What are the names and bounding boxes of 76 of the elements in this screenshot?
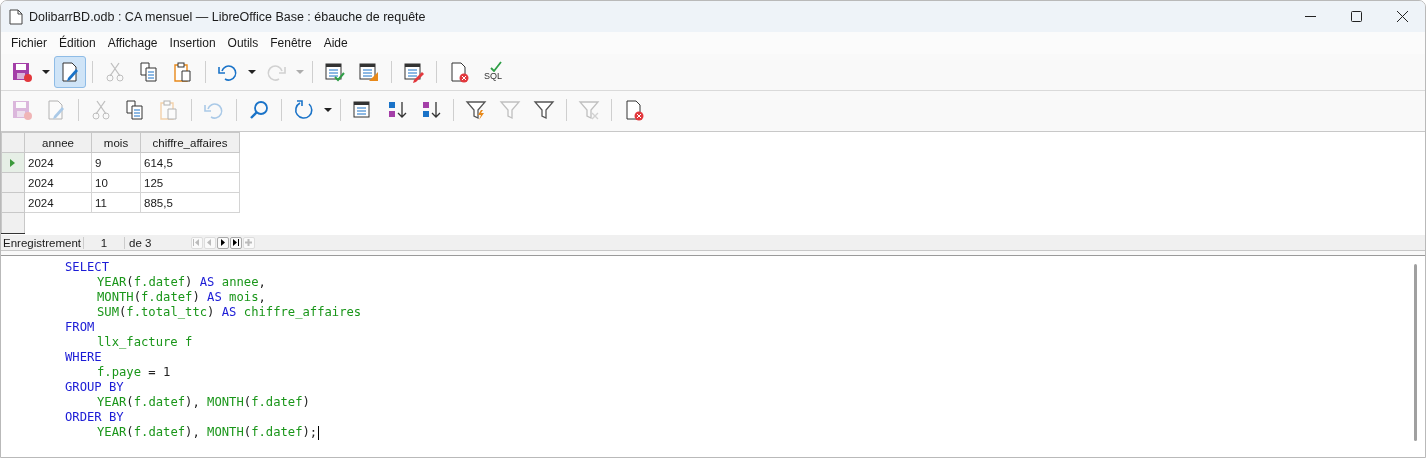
- funnel-cross-icon: [578, 99, 600, 121]
- column-header[interactable]: chiffre_affaires: [140, 132, 240, 153]
- floppy-disk-icon: [11, 61, 33, 83]
- code-line: MONTH(f.datef) AS mois,: [96, 290, 267, 305]
- scrollbar[interactable]: [1414, 264, 1417, 441]
- next-record-button[interactable]: [217, 236, 229, 249]
- plus-icon: [245, 239, 253, 246]
- scissors-icon: [90, 99, 112, 121]
- clipboard-icon: [172, 61, 194, 83]
- table-cell: 2024: [24, 192, 92, 213]
- copy-icon: [138, 61, 160, 83]
- table-cell: 11: [91, 192, 141, 213]
- maximize-icon: [1350, 11, 1362, 22]
- record-count: de 3: [128, 236, 153, 249]
- record-number-field[interactable]: 1: [84, 236, 125, 249]
- table-cell: 2024: [24, 152, 92, 173]
- last-record-button[interactable]: [230, 236, 242, 249]
- menu-item[interactable]: Outils: [221, 36, 265, 50]
- sql-button[interactable]: SQL: [477, 56, 509, 88]
- menu-item[interactable]: Fenêtre: [264, 36, 318, 50]
- skip-icon: [193, 239, 201, 246]
- column-header[interactable]: mois: [91, 132, 141, 153]
- document-pencil-icon: [59, 61, 81, 83]
- code-line: FROM: [65, 320, 96, 335]
- code-line: SELECT: [65, 260, 111, 275]
- code-line: YEAR(f.datef) AS annee,: [96, 275, 267, 290]
- caret-icon: [296, 70, 304, 74]
- caret-icon: [324, 108, 332, 112]
- table-cell: 9: [91, 152, 141, 173]
- menu-item[interactable]: Aide: [317, 36, 354, 50]
- document-pencil-icon: [45, 99, 67, 121]
- record-label: Enregistrement: [1, 236, 84, 249]
- edit-button[interactable]: [54, 56, 86, 88]
- funnel-icon: [499, 99, 521, 121]
- code-line: YEAR(f.datef), MONTH(f.datef): [96, 395, 311, 410]
- menu-item[interactable]: Affichage: [101, 36, 164, 50]
- scissors-icon: [104, 61, 126, 83]
- menu-item[interactable]: Insertion: [163, 36, 222, 50]
- menu-item[interactable]: Édition: [53, 36, 102, 50]
- funnel-lightning-icon: [465, 99, 487, 121]
- table-triangle-icon: [358, 61, 380, 83]
- floppy-disk-icon: [11, 99, 33, 121]
- table-cell: 885,5: [140, 192, 240, 213]
- table-check-icon: [324, 61, 346, 83]
- code-line: WHERE: [65, 350, 103, 365]
- clipboard-icon: [158, 99, 180, 121]
- table-pencil-icon: [403, 61, 425, 83]
- code-line: ORDER BY: [65, 410, 125, 425]
- window-title: DolibarrBD.odb : CA mensuel — LibreOffice Base : ébauche de requête: [29, 9, 426, 24]
- skip-icon: [232, 239, 240, 246]
- menu-item[interactable]: Fichier: [5, 36, 53, 50]
- column-header[interactable]: annee: [24, 132, 92, 153]
- table-cell: 125: [140, 172, 240, 193]
- code-line: SUM(f.total_ttc) AS chiffre_affaires: [96, 305, 363, 320]
- row-header[interactable]: [1, 212, 25, 234]
- check-icon: [490, 61, 502, 72]
- table-cell: 2024: [24, 172, 92, 193]
- document-close-icon: [623, 99, 645, 121]
- document-close-icon: [448, 61, 470, 83]
- copy-icon: [124, 99, 146, 121]
- sql-editor[interactable]: [1, 255, 1425, 457]
- funnel-icon: [533, 99, 555, 121]
- code-line: YEAR(f.datef), MONTH(f.datef);: [96, 425, 321, 440]
- code-line: GROUP BY: [65, 380, 125, 395]
- caret-icon: [42, 70, 50, 74]
- current-row-icon: [10, 158, 15, 167]
- table-cell: 614,5: [140, 152, 240, 173]
- refresh-icon: [293, 99, 315, 121]
- table-cell: 10: [91, 172, 141, 193]
- code-line: llx_facture f: [96, 335, 194, 350]
- document-icon: [9, 8, 23, 25]
- caret-icon: [248, 70, 256, 74]
- close-icon: [1396, 11, 1408, 22]
- code-line: f.paye = 1: [96, 365, 172, 380]
- minimize-icon: [1304, 16, 1316, 17]
- search-icon: [248, 99, 270, 121]
